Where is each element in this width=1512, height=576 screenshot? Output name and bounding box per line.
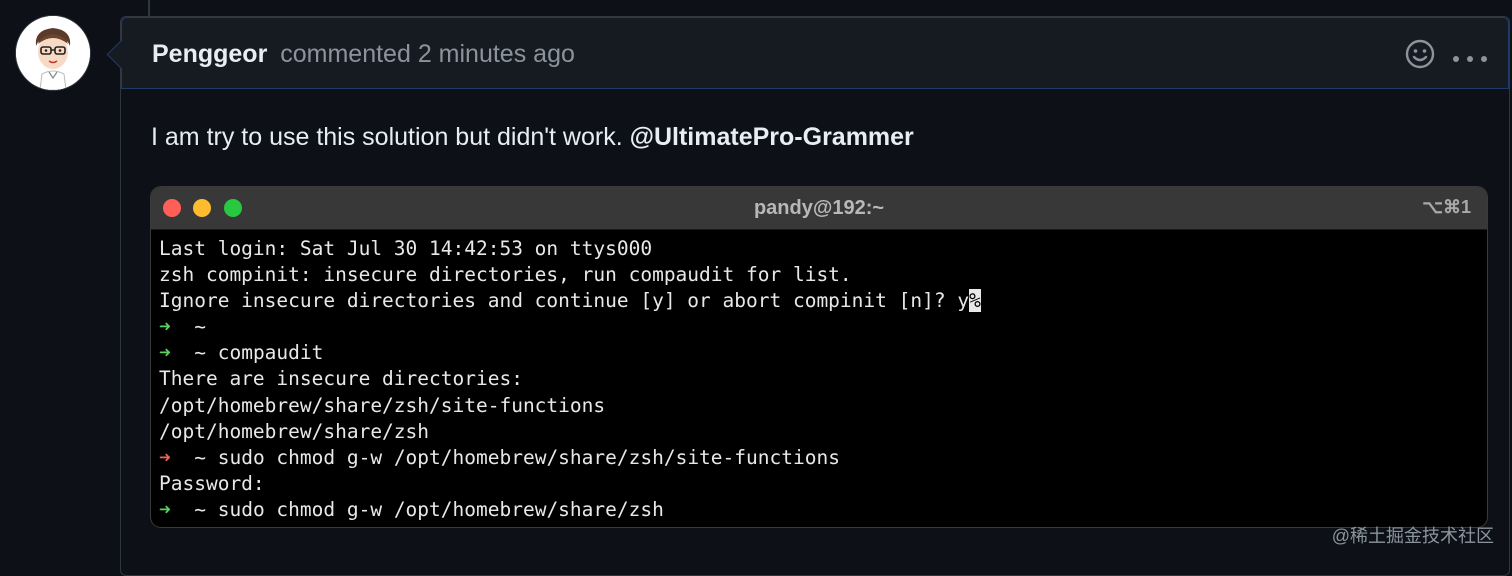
watermark: @稀土掘金技术社区 bbox=[1331, 526, 1494, 546]
add-reaction-icon[interactable] bbox=[1404, 38, 1436, 70]
output-text: zsh compinit: insecure directories, run … bbox=[159, 263, 852, 287]
terminal-line: /opt/homebrew/share/zsh bbox=[159, 419, 1479, 445]
terminal-line: ➜ ~ bbox=[159, 314, 1479, 340]
prompt-arrow-icon: ➜ bbox=[159, 497, 171, 521]
comment-time[interactable]: 2 minutes ago bbox=[418, 40, 575, 68]
comment-meta: Penggeor commented 2 minutes ago bbox=[152, 40, 575, 69]
avatar-illustration bbox=[16, 16, 90, 90]
comment-action: commented bbox=[280, 40, 411, 68]
output-text: /opt/homebrew/share/zsh/site-functions bbox=[159, 393, 606, 417]
prompt-arrow-icon: ➜ bbox=[159, 315, 171, 339]
terminal-cursor: % bbox=[969, 289, 981, 313]
comment-body-text: I am try to use this solution but didn't… bbox=[151, 123, 630, 151]
terminal-line: /opt/homebrew/share/zsh/site-functions bbox=[159, 393, 1479, 419]
terminal-titlebar: pandy@192:~ ⌥⌘1 bbox=[151, 187, 1487, 230]
prompt-arrow-icon: ➜ bbox=[159, 445, 171, 469]
author-link[interactable]: Penggeor bbox=[152, 40, 267, 68]
terminal-line: zsh compinit: insecure directories, run … bbox=[159, 262, 1479, 288]
comment-header: Penggeor commented 2 minutes ago bbox=[106, 17, 1509, 89]
command-text: sudo chmod g-w /opt/homebrew/share/zsh bbox=[217, 497, 664, 521]
prompt-dir: ~ bbox=[170, 341, 218, 365]
comment-body: I am try to use this solution but didn't… bbox=[151, 123, 914, 152]
output-text: Ignore insecure directories and continue… bbox=[159, 289, 970, 313]
user-mention[interactable]: @UltimatePro-Grammer bbox=[630, 123, 914, 151]
terminal-line: Password: bbox=[159, 471, 1479, 497]
output-text: There are insecure directories: bbox=[159, 367, 523, 391]
terminal-line: ➜ ~ sudo chmod g-w /opt/homebrew/share/z… bbox=[159, 445, 1479, 471]
terminal-line: There are insecure directories: bbox=[159, 366, 1479, 392]
comment-caret bbox=[106, 39, 137, 70]
terminal-title: pandy@192:~ bbox=[753, 197, 885, 219]
terminal-line: Last login: Sat Jul 30 14:42:53 on ttys0… bbox=[159, 236, 1479, 262]
terminal-shortcut: ⌥⌘1 bbox=[1422, 197, 1471, 217]
output-text: Last login: Sat Jul 30 14:42:53 on ttys0… bbox=[159, 237, 653, 260]
terminal-screenshot: pandy@192:~ ⌥⌘1 Last login: Sat Jul 30 1… bbox=[151, 187, 1487, 527]
prompt-dir: ~ bbox=[170, 315, 218, 339]
comment-box: Penggeor commented 2 minutes ago I am tr… bbox=[106, 16, 1510, 576]
terminal-output: Last login: Sat Jul 30 14:42:53 on ttys0… bbox=[151, 230, 1487, 527]
output-text: Password: bbox=[159, 471, 265, 495]
terminal-line: ➜ ~ sudo chmod g-w /opt/homebrew/share/z… bbox=[159, 497, 1479, 523]
command-text: sudo chmod g-w /opt/homebrew/share/zsh/s… bbox=[217, 445, 840, 469]
avatar[interactable] bbox=[16, 16, 90, 90]
command-text: compaudit bbox=[217, 341, 324, 365]
terminal-line: ➜ ~ compaudit bbox=[159, 340, 1479, 366]
prompt-dir: ~ bbox=[170, 445, 218, 469]
terminal-line: Ignore insecure directories and continue… bbox=[159, 288, 1479, 314]
prompt-arrow-icon: ➜ bbox=[159, 341, 171, 365]
prompt-dir: ~ bbox=[170, 497, 218, 521]
more-options-icon[interactable] bbox=[1452, 50, 1488, 62]
output-text: /opt/homebrew/share/zsh bbox=[159, 419, 430, 443]
